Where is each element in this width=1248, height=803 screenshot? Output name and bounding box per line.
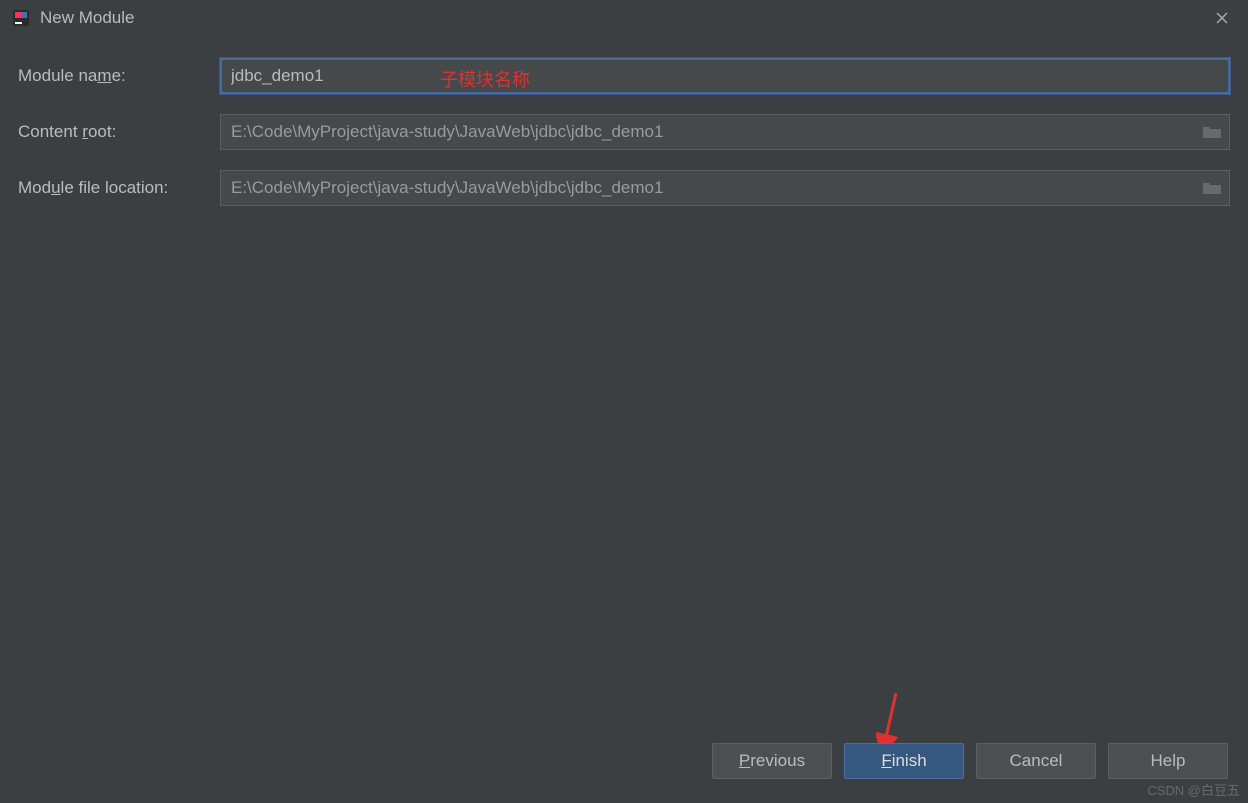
finish-button[interactable]: Finish <box>844 743 964 779</box>
button-bar: Previous Finish Cancel Help <box>712 743 1228 779</box>
module-name-row: Module name: <box>18 58 1230 94</box>
intellij-icon <box>12 9 30 27</box>
module-file-location-input[interactable] <box>220 170 1230 206</box>
titlebar: New Module <box>0 0 1248 36</box>
content-root-label: Content root: <box>18 122 220 142</box>
module-file-location-row: Module file location: <box>18 170 1230 206</box>
content-root-row: Content root: <box>18 114 1230 150</box>
module-file-location-label: Module file location: <box>18 178 220 198</box>
module-name-label: Module name: <box>18 66 220 86</box>
previous-label: revious <box>750 751 805 770</box>
content-root-input[interactable] <box>220 114 1230 150</box>
help-button[interactable]: Help <box>1108 743 1228 779</box>
module-name-input[interactable] <box>220 58 1230 94</box>
previous-button[interactable]: Previous <box>712 743 832 779</box>
close-icon <box>1215 11 1229 25</box>
close-button[interactable] <box>1208 4 1236 32</box>
cancel-button[interactable]: Cancel <box>976 743 1096 779</box>
finish-label: inish <box>892 751 927 770</box>
help-label: Help <box>1151 751 1186 771</box>
window-title: New Module <box>40 8 1208 28</box>
form-area: Module name: Content root: Module file l… <box>0 36 1248 206</box>
watermark: CSDN @白豆五 <box>1147 780 1240 799</box>
cancel-label: Cancel <box>1010 751 1063 771</box>
